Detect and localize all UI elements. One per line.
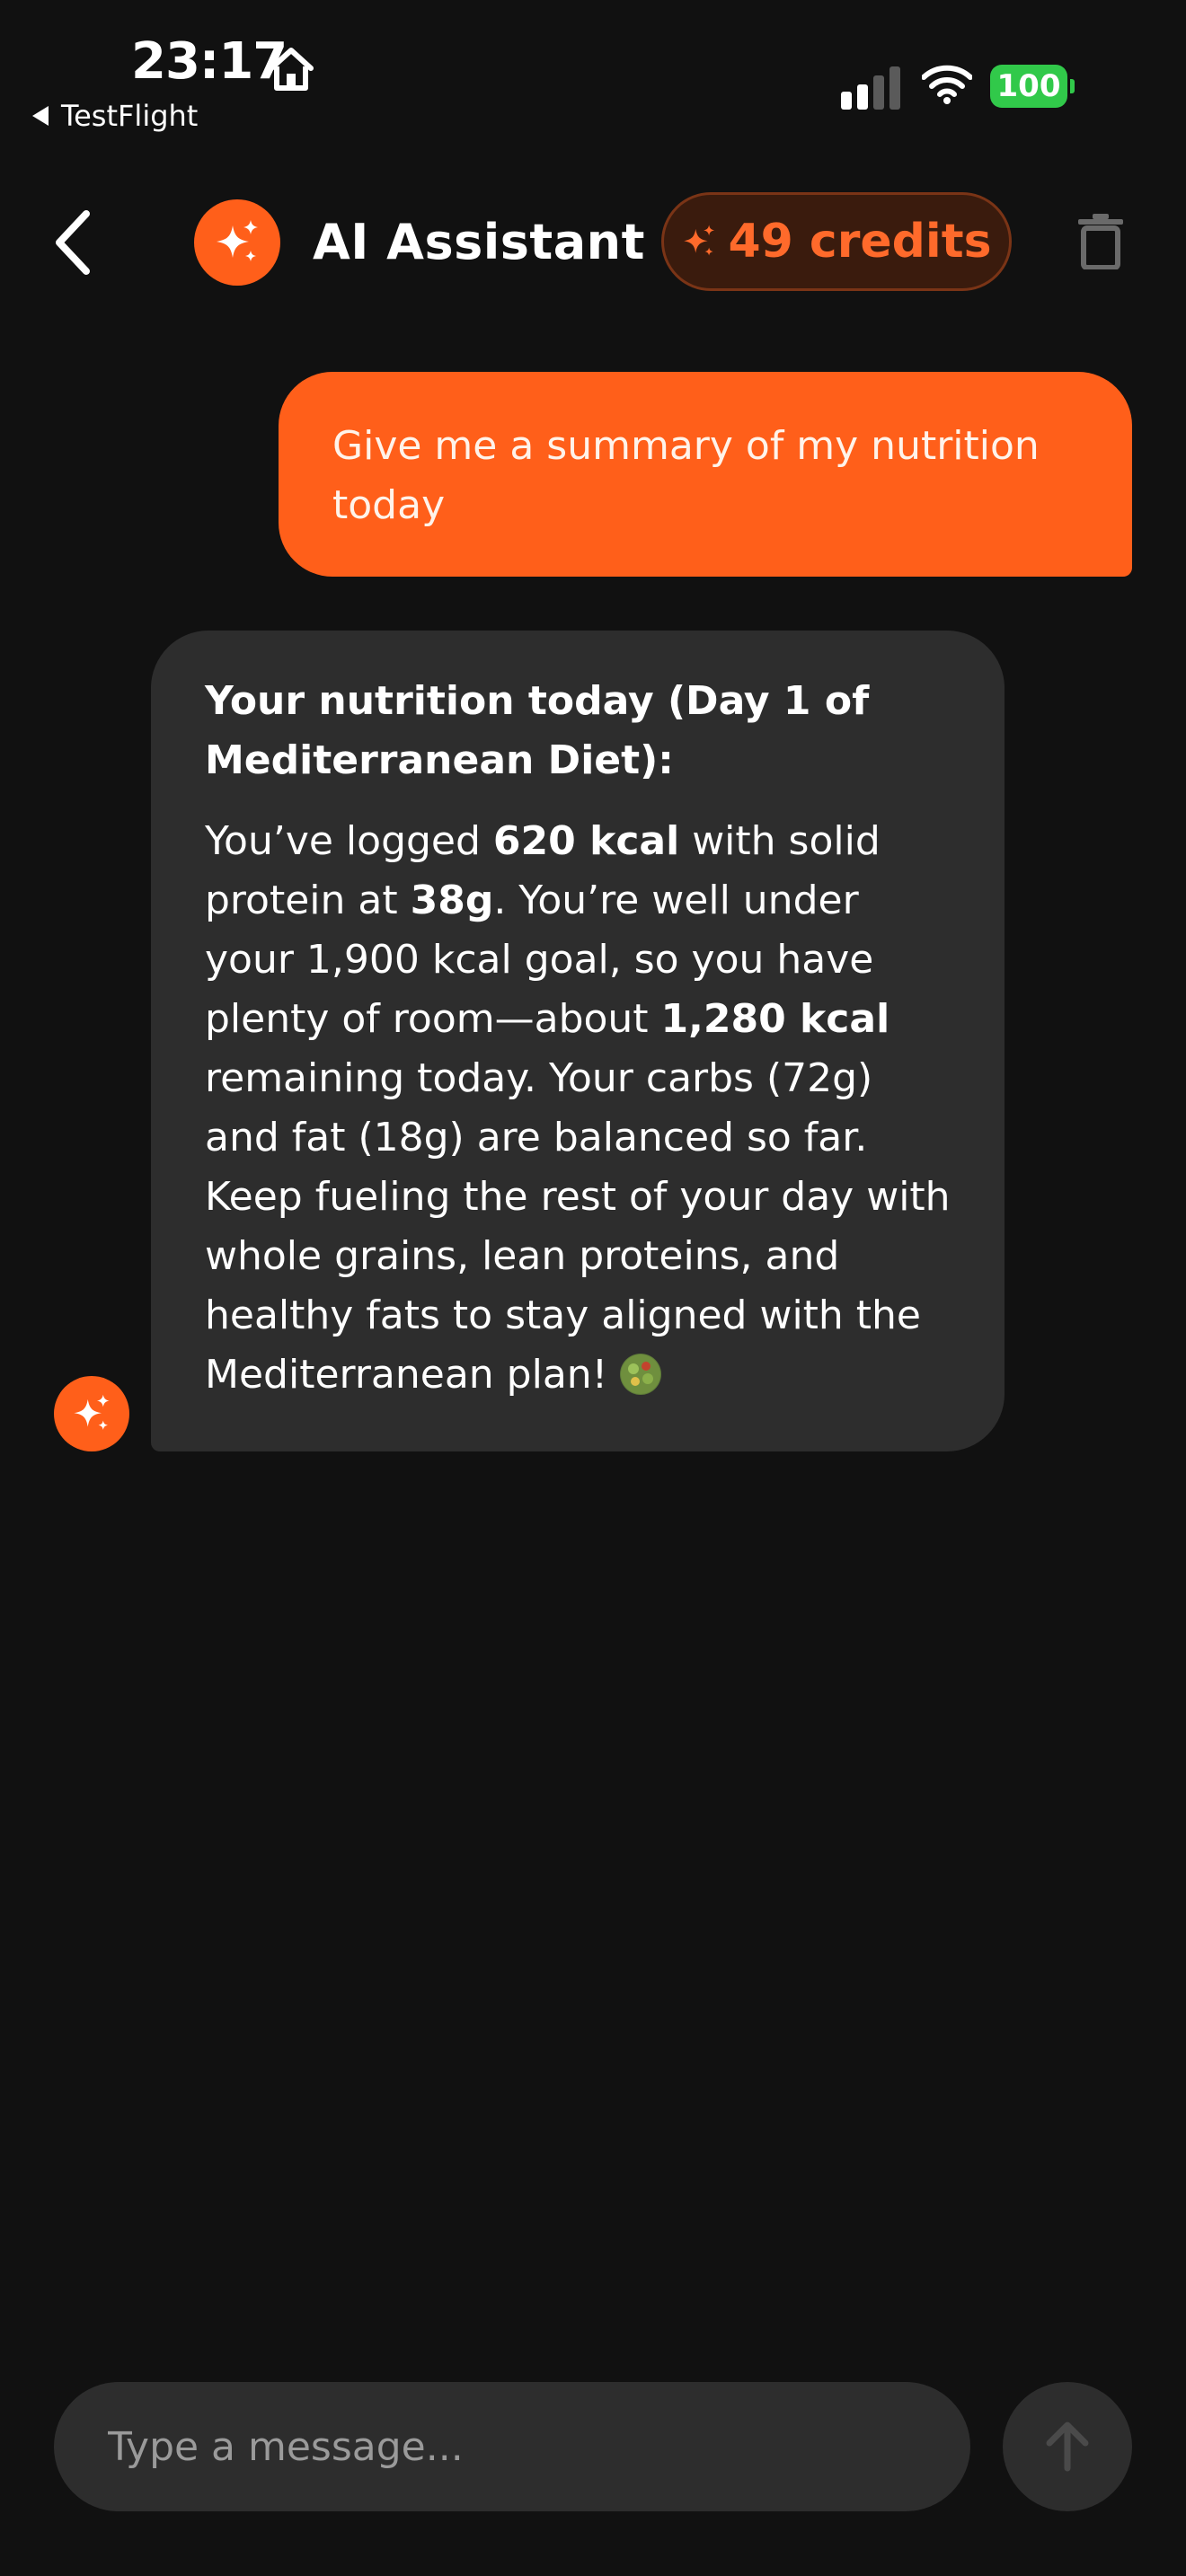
status-time: 23:17 [131,32,288,91]
salad-emoji-icon [620,1354,662,1395]
message-input[interactable] [54,2382,970,2511]
back-arrow-icon [32,106,49,126]
user-message-text: Give me a summary of my nutrition today [332,423,1040,528]
battery-level: 100 [990,65,1067,108]
assistant-avatar [194,199,280,286]
back-to-app-link[interactable]: TestFlight [32,99,198,133]
protein-amount: 38g [410,878,494,923]
home-icon [269,48,314,91]
calories-remaining: 1,280 kcal [660,996,890,1042]
battery-icon: 100 [990,65,1075,108]
calories-logged: 620 kcal [492,818,680,864]
credits-label: 49 credits [728,215,992,269]
user-message-bubble: Give me a summary of my nutrition today [279,372,1132,577]
sparkle-icon [684,225,715,256]
assistant-message-heading: Your nutrition today (Day 1 of Mediterra… [205,678,870,783]
back-app-label: TestFlight [61,99,199,133]
message-text: You’ve logged [205,818,493,864]
assistant-message-avatar [54,1376,129,1451]
sparkle-icon [74,1394,110,1430]
page-title: AI Assistant [313,214,645,270]
wifi-icon [922,65,972,104]
signal-icon [841,66,900,110]
assistant-message-bubble: Your nutrition today (Day 1 of Mediterra… [151,631,1005,1451]
arrow-up-icon [1046,2422,1089,2472]
assistant-message-body: You’ve logged 620 kcal with solid protei… [205,812,951,1405]
message-text: remaining today. Your carbs (72g) and fa… [205,1055,951,1398]
trash-icon[interactable] [1078,214,1123,269]
send-button[interactable] [1003,2382,1132,2511]
sparkle-icon [217,220,258,261]
back-button[interactable] [45,205,99,280]
credits-badge[interactable]: 49 credits [661,192,1012,291]
